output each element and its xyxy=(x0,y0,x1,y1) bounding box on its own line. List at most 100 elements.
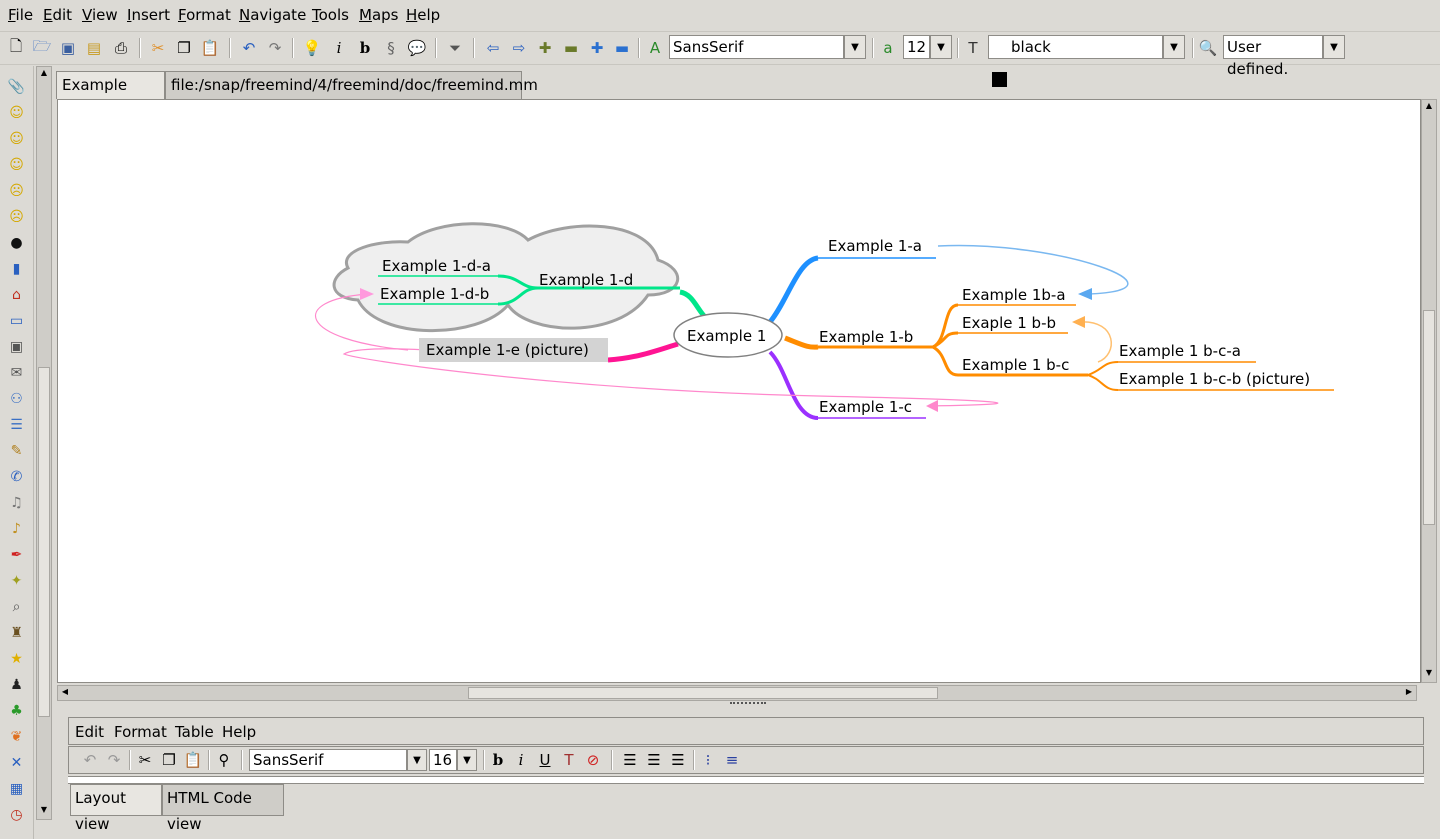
phone-icon[interactable]: ✆ xyxy=(6,466,27,487)
node-1-a[interactable]: Example 1-a xyxy=(828,237,922,255)
font-family-dropdown[interactable]: ▼ xyxy=(844,35,866,59)
editor-menu-help[interactable]: Help xyxy=(222,723,256,741)
filter-icon[interactable]: ⏷ xyxy=(444,37,466,59)
bomb-icon[interactable]: ● xyxy=(6,232,27,253)
paste-icon[interactable]: 📋 xyxy=(199,37,221,59)
menu-file[interactable]: File xyxy=(8,6,33,24)
arrow-left-icon[interactable]: ⇦ xyxy=(482,37,504,59)
smiley-sad-icon[interactable]: ☹ xyxy=(6,180,27,201)
note-icon[interactable]: ✎ xyxy=(6,440,27,461)
italic-icon[interactable]: i xyxy=(328,37,350,59)
node-1-d-b[interactable]: Example 1-d-b xyxy=(380,285,489,303)
user-icon[interactable]: ⚇ xyxy=(6,388,27,409)
smiley-icon[interactable]: ☺ xyxy=(6,102,27,123)
menu-help[interactable]: Help xyxy=(406,6,440,24)
paperclip-icon[interactable]: 📎 xyxy=(6,76,27,97)
print-icon[interactable]: ⎙ xyxy=(110,37,132,59)
save-icon[interactable]: ▣ xyxy=(57,37,79,59)
clover-icon[interactable]: ♣ xyxy=(6,700,27,721)
new-map-icon[interactable]: 🗋 xyxy=(5,37,27,59)
font-size-dropdown[interactable]: ▼ xyxy=(930,35,952,59)
star-icon[interactable]: ★ xyxy=(6,648,27,669)
node-1-b[interactable]: Example 1-b xyxy=(819,328,913,346)
editor-menu-format[interactable]: Format xyxy=(114,723,167,741)
clock-icon[interactable]: ◷ xyxy=(6,804,27,825)
editor-bold-icon[interactable]: b xyxy=(487,749,509,771)
editor-menu-table[interactable]: Table xyxy=(175,723,214,741)
wand-icon[interactable]: ✦ xyxy=(6,570,27,591)
menu-navigate[interactable]: Navigate xyxy=(239,6,306,24)
editor-cut-icon[interactable]: ✂ xyxy=(134,749,156,771)
editor-copy-icon[interactable]: ❐ xyxy=(158,749,180,771)
folder-icon[interactable]: ▭ xyxy=(6,310,27,331)
speech-bubble-icon[interactable]: 💬 xyxy=(406,37,428,59)
expand-icon[interactable]: ✚ xyxy=(586,37,608,59)
icon-palette-scrollbar[interactable]: ▲ ▼ xyxy=(36,66,52,820)
scroll-right-arrow[interactable]: ▶ xyxy=(1403,687,1415,699)
scroll-up-arrow[interactable]: ▲ xyxy=(38,68,50,80)
font-family-select[interactable]: SansSerif xyxy=(669,35,844,59)
penguin-icon[interactable]: ♟ xyxy=(6,674,27,695)
smiley-neutral-icon[interactable]: ☺ xyxy=(6,154,27,175)
plunger-icon[interactable]: ♜ xyxy=(6,622,27,643)
menu-edit[interactable]: Edit xyxy=(43,6,72,24)
horn-icon[interactable]: ♪ xyxy=(6,518,27,539)
editor-redo-icon[interactable]: ↷ xyxy=(103,749,125,771)
tab-example-1[interactable]: Example 1.mm xyxy=(56,71,165,121)
copy-icon[interactable]: ❐ xyxy=(173,37,195,59)
save-as-icon[interactable]: ▤ xyxy=(83,37,105,59)
node-1-d[interactable]: Example 1-d xyxy=(539,271,633,289)
butterfly-icon[interactable]: ❦ xyxy=(6,726,27,747)
node-1-d-a[interactable]: Example 1-d-a xyxy=(382,257,491,275)
menu-insert[interactable]: Insert xyxy=(127,6,170,24)
numbered-list-icon[interactable]: ≡ xyxy=(721,749,743,771)
scroll-thumb[interactable] xyxy=(38,367,50,717)
menu-tools[interactable]: Tools xyxy=(312,6,349,24)
scroll-left-arrow[interactable]: ◀ xyxy=(59,687,71,699)
book-icon[interactable]: ▮ xyxy=(6,258,27,279)
open-folder-icon[interactable]: 🗁 xyxy=(31,37,53,59)
node-1-b-c-b[interactable]: Example 1 b-c-b (picture) xyxy=(1119,370,1310,388)
color-dropdown[interactable]: ▼ xyxy=(1163,35,1185,59)
editor-clear-format-icon[interactable]: ⊘ xyxy=(582,749,604,771)
menu-maps[interactable]: Maps xyxy=(359,6,398,24)
scroll-thumb[interactable] xyxy=(1423,310,1435,525)
font-size-select[interactable]: 12 xyxy=(903,35,930,59)
menu-view[interactable]: View xyxy=(82,6,118,24)
editor-underline-icon[interactable]: U xyxy=(534,749,556,771)
zoom-icon[interactable]: ⌕ xyxy=(6,596,27,617)
tab-layout-view[interactable]: Layout view xyxy=(70,784,162,833)
bullet-list-icon[interactable]: ⁝ xyxy=(697,749,719,771)
mailbox-icon[interactable]: ▣ xyxy=(6,336,27,357)
editor-undo-icon[interactable]: ↶ xyxy=(79,749,101,771)
editor-font-family-select[interactable]: SansSerif xyxy=(249,749,407,771)
tab-freemind-doc[interactable]: file:/snap/freemind/4/freemind/doc/freem… xyxy=(165,71,538,99)
mindmap-canvas[interactable]: Example 1 Example 1-a Example 1-b Exampl… xyxy=(57,99,1421,683)
editor-font-size-select[interactable]: 16 xyxy=(429,749,457,771)
lightbulb-icon[interactable]: 💡 xyxy=(301,37,323,59)
tools-icon[interactable]: ✕ xyxy=(6,752,27,773)
bold-icon[interactable]: b xyxy=(354,37,376,59)
cut-icon[interactable]: ✂ xyxy=(147,37,169,59)
splitter-handle[interactable] xyxy=(730,702,766,708)
arrow-right-icon[interactable]: ⇨ xyxy=(508,37,530,59)
editor-italic-icon[interactable]: i xyxy=(510,749,532,771)
align-left-icon[interactable]: ☰ xyxy=(619,749,641,771)
music-icon[interactable]: ♫ xyxy=(6,492,27,513)
align-center-icon[interactable]: ☰ xyxy=(643,749,665,771)
pattern-select[interactable]: User defined. xyxy=(1223,35,1323,78)
list-icon[interactable]: ☰ xyxy=(6,414,27,435)
node-1-b-c-a[interactable]: Example 1 b-c-a xyxy=(1119,342,1241,360)
collapse-icon[interactable]: ▬ xyxy=(611,37,633,59)
node-1-b-c[interactable]: Example 1 b-c xyxy=(962,356,1069,374)
editor-font-size-dropdown[interactable]: ▼ xyxy=(457,749,477,771)
align-right-icon[interactable]: ☰ xyxy=(667,749,689,771)
editor-font-family-dropdown[interactable]: ▼ xyxy=(407,749,427,771)
editor-paste-icon[interactable]: 📋 xyxy=(182,749,204,771)
map-vertical-scrollbar[interactable]: ▲ ▼ xyxy=(1421,99,1437,683)
pattern-dropdown[interactable]: ▼ xyxy=(1323,35,1345,59)
node-1b-a[interactable]: Example 1b-a xyxy=(962,286,1066,304)
smiley-happy-icon[interactable]: ☺ xyxy=(6,128,27,149)
node-1-e[interactable]: Example 1-e (picture) xyxy=(426,341,589,359)
pen-icon[interactable]: ✒ xyxy=(6,544,27,565)
